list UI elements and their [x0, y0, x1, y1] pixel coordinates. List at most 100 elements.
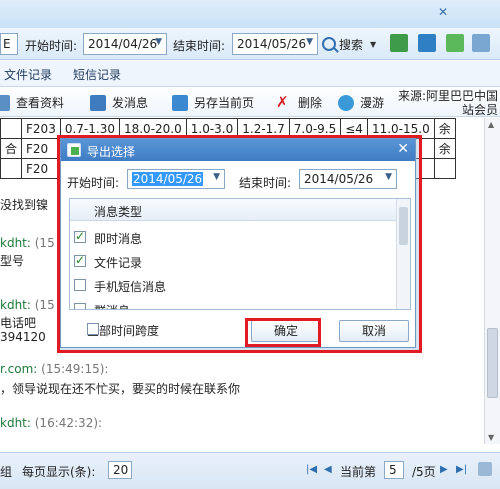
- scroll-up-icon[interactable]: ▲: [488, 120, 494, 129]
- save-page-button[interactable]: 另存当前页: [172, 94, 254, 111]
- partial-input[interactable]: E: [0, 33, 18, 55]
- chat-sender: r.com:: [0, 362, 38, 376]
- dialog-start-date[interactable]: 2014/05/26 ▼: [127, 169, 225, 189]
- export-icon[interactable]: [390, 34, 408, 52]
- list-item-label: 手机短信消息: [94, 280, 167, 294]
- chat-header: kdht: (15: [0, 298, 55, 312]
- tab-sms-records[interactable]: 短信记录: [73, 66, 121, 83]
- list-item-label: 即时消息: [94, 232, 143, 246]
- checkbox-all-time-span[interactable]: [87, 323, 99, 335]
- chat-line: 电话吧: [0, 316, 37, 330]
- send-message-label: 发消息: [112, 96, 149, 110]
- search-icon: [322, 37, 336, 51]
- dialog-start-label: 开始时间:: [67, 176, 120, 190]
- roam-label: 漫游: [360, 96, 385, 110]
- start-date-input[interactable]: 2014/04/26 ▼: [83, 33, 167, 55]
- table-cell: 合: [0, 138, 23, 159]
- close-icon[interactable]: ✕: [397, 141, 409, 157]
- view-profile-button[interactable]: 查看资料: [0, 94, 64, 111]
- table-cell: 余: [433, 118, 456, 139]
- list-header: 消息类型: [70, 199, 396, 221]
- all-time-span-option[interactable]: 全部时间跨度: [69, 322, 159, 339]
- scrollbar-thumb[interactable]: [399, 207, 408, 245]
- list-item[interactable]: 即时消息: [70, 225, 396, 249]
- dialog-end-label: 结束时间:: [239, 176, 292, 190]
- partial-input-text: E: [3, 37, 11, 51]
- list-item[interactable]: 手机短信消息: [70, 273, 396, 297]
- source-text: 来源:阿里巴巴中国站会员: [397, 89, 498, 117]
- chat-time: (15: [34, 236, 55, 250]
- table-cell: ≤4: [340, 118, 368, 139]
- list-item[interactable]: 文件记录: [70, 249, 396, 273]
- record-tabs: 文件记录 短信记录: [0, 61, 500, 87]
- send-message-button[interactable]: 发消息: [90, 94, 148, 111]
- checkbox-instant-message[interactable]: [74, 229, 86, 243]
- save-page-label: 另存当前页: [194, 96, 255, 110]
- table-cell: 余: [433, 138, 456, 159]
- message-icon: [90, 94, 106, 111]
- cloud-icon: [338, 94, 354, 111]
- roam-button[interactable]: 漫游: [338, 94, 384, 111]
- chat-line: ，领导说现在还不忙买，要买的时候在联系你: [0, 382, 241, 396]
- list-scrollbar[interactable]: [396, 199, 410, 309]
- table-cell: 0.7-1.30: [59, 118, 120, 139]
- per-page-input[interactable]: 20: [108, 461, 132, 479]
- first-page-icon[interactable]: |◀: [306, 464, 317, 475]
- chevron-down-icon[interactable]: ▼: [213, 172, 220, 182]
- table-cell: 7.0-9.5: [288, 118, 342, 139]
- table-cell: 1.2-1.7: [237, 118, 290, 139]
- table-cell: F20: [21, 138, 61, 159]
- next-page-icon[interactable]: ▶: [440, 464, 448, 475]
- current-page-input[interactable]: 5: [384, 461, 404, 479]
- end-date-input[interactable]: 2014/05/26 ▼: [232, 33, 318, 55]
- scrollbar-thumb[interactable]: [487, 328, 498, 398]
- last-page-icon[interactable]: ▶|: [456, 464, 467, 475]
- delete-icon: ✗: [276, 92, 289, 111]
- cancel-button[interactable]: 取消: [339, 320, 409, 342]
- list-item-label: 文件记录: [94, 256, 143, 270]
- chat-sender: kdht:: [0, 298, 31, 312]
- refresh-icon[interactable]: [446, 34, 464, 52]
- dialog-title-bar: 导出选择 ✕: [61, 139, 415, 161]
- table-cell: [433, 158, 456, 179]
- start-date-value: 2014/04/26: [88, 37, 158, 51]
- checkbox-group-message[interactable]: [74, 303, 86, 309]
- delete-button[interactable]: ✗ 删除: [276, 94, 322, 111]
- checkbox-file-records[interactable]: [74, 253, 86, 267]
- window-title-strip: ✕: [0, 0, 500, 28]
- table-cell: 1.0-3.0: [185, 118, 239, 139]
- chevron-down-icon[interactable]: ▼: [370, 40, 376, 49]
- end-time-label: 结束时间:: [173, 39, 226, 53]
- chevron-down-icon[interactable]: ▼: [155, 37, 162, 47]
- dialog-end-value: 2014/05/26: [304, 172, 374, 186]
- list-item[interactable]: 群消息: [70, 297, 396, 309]
- delete-label: 删除: [298, 96, 323, 110]
- table-cell: F20: [21, 158, 61, 179]
- confirm-button[interactable]: 确定: [251, 320, 321, 342]
- close-icon[interactable]: ✕: [438, 5, 452, 19]
- export-dialog: 导出选择 ✕ 开始时间: 2014/05/26 ▼ 结束时间: 2014/05/…: [60, 138, 416, 348]
- group-label: 组: [0, 465, 13, 479]
- search-button[interactable]: 搜索 ▼: [322, 34, 376, 54]
- checkbox-sms[interactable]: [74, 279, 86, 291]
- table-cell: F203: [21, 118, 61, 139]
- chat-scrollbar[interactable]: ▲ ▼: [484, 118, 500, 444]
- chat-line: 394120: [0, 330, 46, 344]
- list-item-label: 群消息: [94, 302, 130, 309]
- chevron-down-icon[interactable]: ▼: [385, 172, 392, 182]
- scroll-down-icon[interactable]: ▼: [488, 433, 494, 442]
- save-icon: [172, 94, 188, 111]
- chevron-down-icon[interactable]: ▼: [306, 37, 313, 47]
- start-time-label: 开始时间:: [25, 39, 78, 53]
- dialog-end-date[interactable]: 2014/05/26 ▼: [299, 169, 397, 189]
- import-icon[interactable]: [418, 34, 436, 52]
- current-page-label: 当前第: [340, 465, 377, 479]
- chat-time: (15: [34, 298, 55, 312]
- prev-page-icon[interactable]: ◀: [324, 464, 332, 475]
- chat-line: 型号: [0, 254, 25, 268]
- export-page-icon[interactable]: [478, 462, 492, 476]
- tab-file-records[interactable]: 文件记录: [4, 66, 52, 83]
- dialog-title: 导出选择: [87, 145, 136, 159]
- total-pages-label: /5页: [412, 465, 436, 479]
- settings-icon[interactable]: [472, 34, 490, 52]
